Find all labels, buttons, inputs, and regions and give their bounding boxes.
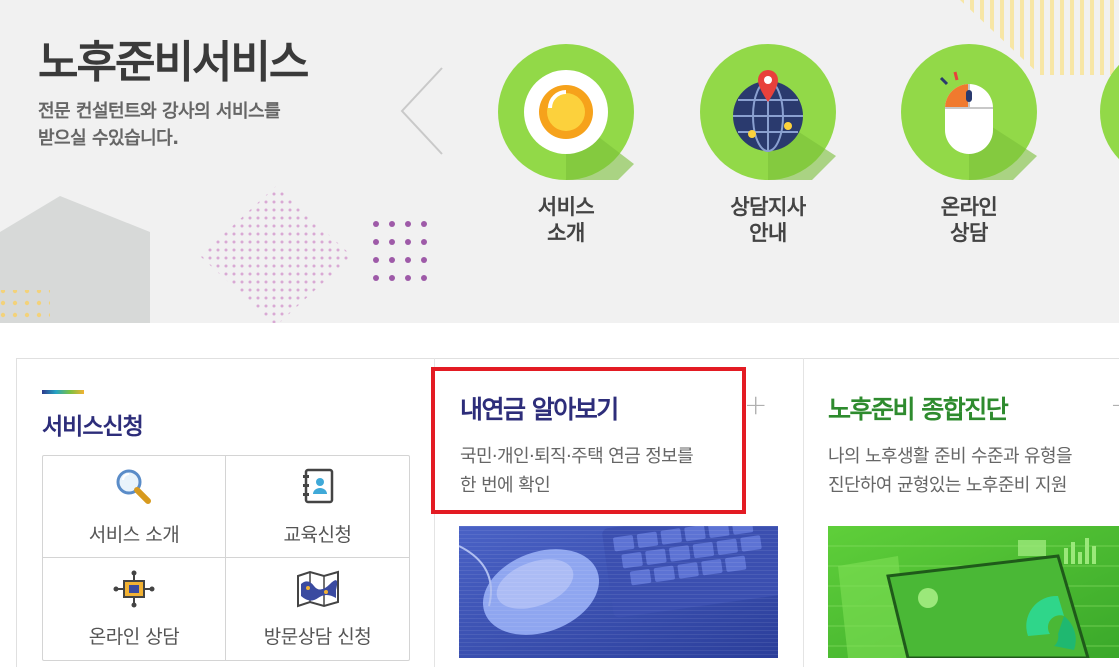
column-divider	[803, 358, 804, 667]
service-intro-label: 서비스 소개	[537, 195, 595, 245]
hero-description: 전문 컨설턴트와 강사의 서비스를 받으실 수있습니다.	[38, 98, 338, 152]
online-consult-label: 온라인 상담	[940, 195, 998, 245]
hero-banner: 노후준비서비스 전문 컨설턴트와 강사의 서비스를 받으실 수있습니다. 서비스…	[0, 0, 1119, 323]
section-accent-bar	[42, 390, 84, 394]
diagnosis-desc-line2: 진단하여 균형있는 노후준비 지원	[828, 475, 1067, 496]
diagnosis-card-description: 나의 노후생활 준비 수준과 유형을 진단하여 균형있는 노후준비 지원	[828, 442, 1118, 500]
apply-item-label: 교육신청	[283, 524, 352, 546]
branch-guide-label: 상담지사 안내	[730, 195, 806, 245]
highlight-box	[431, 367, 746, 514]
coffee-cup-icon	[498, 44, 634, 180]
diagnosis-card-title[interactable]: 노후준비 종합진단	[828, 390, 1009, 426]
apply-item-online-consult[interactable]: 온라인 상담	[43, 558, 226, 660]
diagnosis-more-plus-icon[interactable]: +	[1110, 388, 1119, 421]
network-icon	[113, 570, 155, 608]
pension-more-plus-icon[interactable]: +	[744, 388, 767, 421]
apply-item-education[interactable]: 교육신청	[226, 456, 409, 558]
hero-desc-line2: 받으실 수있습니다.	[38, 128, 179, 149]
mouse-icon	[901, 44, 1037, 180]
globe-pin-icon	[700, 44, 836, 180]
apply-item-label: 서비스 소개	[88, 524, 180, 546]
hero-desc-line1: 전문 컨설턴트와 강사의 서비스를	[38, 101, 281, 122]
diagnosis-desc-line1: 나의 노후생활 준비 수준과 유형을	[828, 446, 1073, 467]
address-book-icon	[302, 468, 333, 504]
apply-item-label: 방문상담 신청	[263, 626, 372, 648]
online-consult-link[interactable]: 온라인 상담	[901, 44, 1037, 246]
next-service-circle-icon[interactable]	[1100, 44, 1119, 180]
service-apply-title: 서비스신청	[42, 414, 144, 440]
service-intro-link[interactable]: 서비스 소개	[498, 44, 634, 246]
apply-item-visit-consult[interactable]: 방문상담 신청	[226, 558, 409, 660]
apply-item-service-intro[interactable]: 서비스 소개	[43, 456, 226, 558]
hero-title: 노후준비서비스	[38, 37, 309, 88]
magnifier-icon	[116, 469, 151, 504]
diagnosis-thumbnail-image[interactable]	[828, 526, 1119, 658]
apply-item-label: 온라인 상담	[88, 626, 180, 648]
carousel-prev-arrow-icon[interactable]	[398, 66, 446, 156]
branch-guide-link[interactable]: 상담지사 안내	[700, 44, 836, 246]
service-apply-grid: 서비스 소개 교육신청 온라인 상담 방문상담 신청	[42, 455, 410, 661]
map-icon	[296, 570, 339, 608]
pension-thumbnail-image[interactable]	[459, 526, 778, 658]
